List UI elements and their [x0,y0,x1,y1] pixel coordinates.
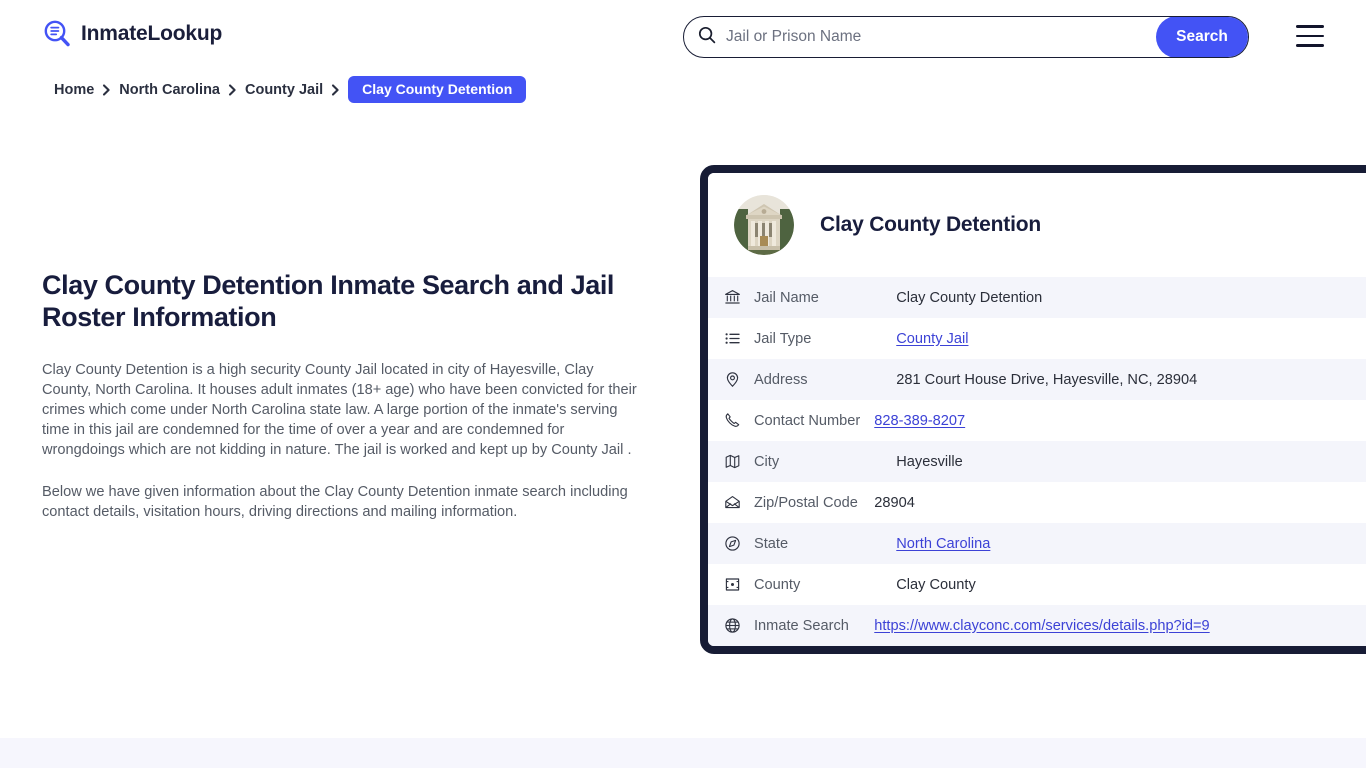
contact-number-link[interactable]: 828-389-8207 [874,413,965,429]
row-label: Zip/Postal Code [754,494,858,511]
table-row: Jail Name Clay County Detention [708,277,1366,318]
site-header: InmateLookup Search [0,0,1366,74]
chevron-right-icon [331,83,340,96]
hamburger-line [1296,25,1324,28]
row-label: Jail Name [754,289,819,306]
breadcrumb: Home North Carolina County Jail Clay Cou… [54,76,527,103]
table-row: County Clay County [708,564,1366,605]
courthouse-photo [734,195,794,255]
breadcrumb-item-north-carolina[interactable]: North Carolina [119,82,220,98]
row-label: Contact Number [754,412,861,429]
table-row: Jail Type County Jail [708,318,1366,359]
intro-paragraph: Clay County Detention is a high security… [42,361,637,458]
chevron-right-icon [102,83,111,96]
table-row: Contact Number 828-389-8207 [708,400,1366,441]
row-label: Address [754,371,808,388]
chevron-right-icon [228,83,237,96]
map-pin-icon [708,359,754,400]
table-row: Address 281 Court House Drive, Hayesvill… [708,359,1366,400]
jail-info-card: Clay County Detention Jail Name Clay Cou… [700,165,1366,654]
hamburger-line [1296,34,1324,38]
brand-name: InmateLookup [81,22,223,45]
row-label: City [754,453,780,470]
table-row: Inmate Search https://www.clayconc.com/s… [708,605,1366,646]
table-row: State North Carolina [708,523,1366,564]
row-value: 828-389-8207 [874,400,1366,441]
hamburger-menu-icon[interactable] [1296,25,1324,47]
compass-icon [708,523,754,564]
breadcrumb-item-home[interactable]: Home [54,82,94,98]
card-title: Clay County Detention [820,213,1041,236]
search-icon [684,26,716,49]
list-icon [708,318,754,359]
main-content: Clay County Detention Inmate Search and … [42,270,642,544]
state-link[interactable]: North Carolina [896,536,990,552]
search-input[interactable] [716,17,1156,57]
map-icon [708,441,754,482]
row-label: Jail Type [754,330,812,347]
search-button[interactable]: Search [1156,17,1248,57]
bank-icon [708,277,754,318]
page-title: Clay County Detention Inmate Search and … [42,270,615,332]
row-value: https://www.clayconc.com/services/detail… [874,605,1366,646]
jail-details-table: Jail Name Clay County Detention Jail Typ… [708,277,1366,646]
magnifier-list-icon [42,19,72,49]
table-row: City Hayesville [708,441,1366,482]
row-label: Inmate Search [754,617,849,634]
table-row: Zip/Postal Code 28904 [708,482,1366,523]
jail-type-link[interactable]: County Jail [896,331,968,347]
card-header: Clay County Detention [708,173,1366,277]
hamburger-line [1296,44,1324,47]
row-value: Clay County [896,576,976,593]
globe-icon [708,605,754,646]
row-label: County [754,576,801,593]
row-value: County Jail [874,318,1366,359]
phone-icon [708,400,754,441]
breadcrumb-item-county-jail[interactable]: County Jail [245,82,323,98]
county-icon [708,564,754,605]
footer-band [0,738,1366,768]
row-value: 28904 [874,494,915,511]
inmate-search-link[interactable]: https://www.clayconc.com/services/detail… [874,618,1209,634]
row-label: State [754,535,789,552]
row-value: North Carolina [874,523,1366,564]
brand-logo[interactable]: InmateLookup [42,19,222,49]
envelope-icon [708,482,754,523]
search-bar[interactable]: Search [683,16,1249,58]
row-value: 281 Court House Drive, Hayesville, NC, 2… [896,371,1198,388]
breadcrumb-current-badge: Clay County Detention [348,76,527,103]
row-value: Clay County Detention [896,289,1043,306]
secondary-paragraph: Below we have given information about th… [42,483,628,520]
row-value: Hayesville [896,453,963,470]
